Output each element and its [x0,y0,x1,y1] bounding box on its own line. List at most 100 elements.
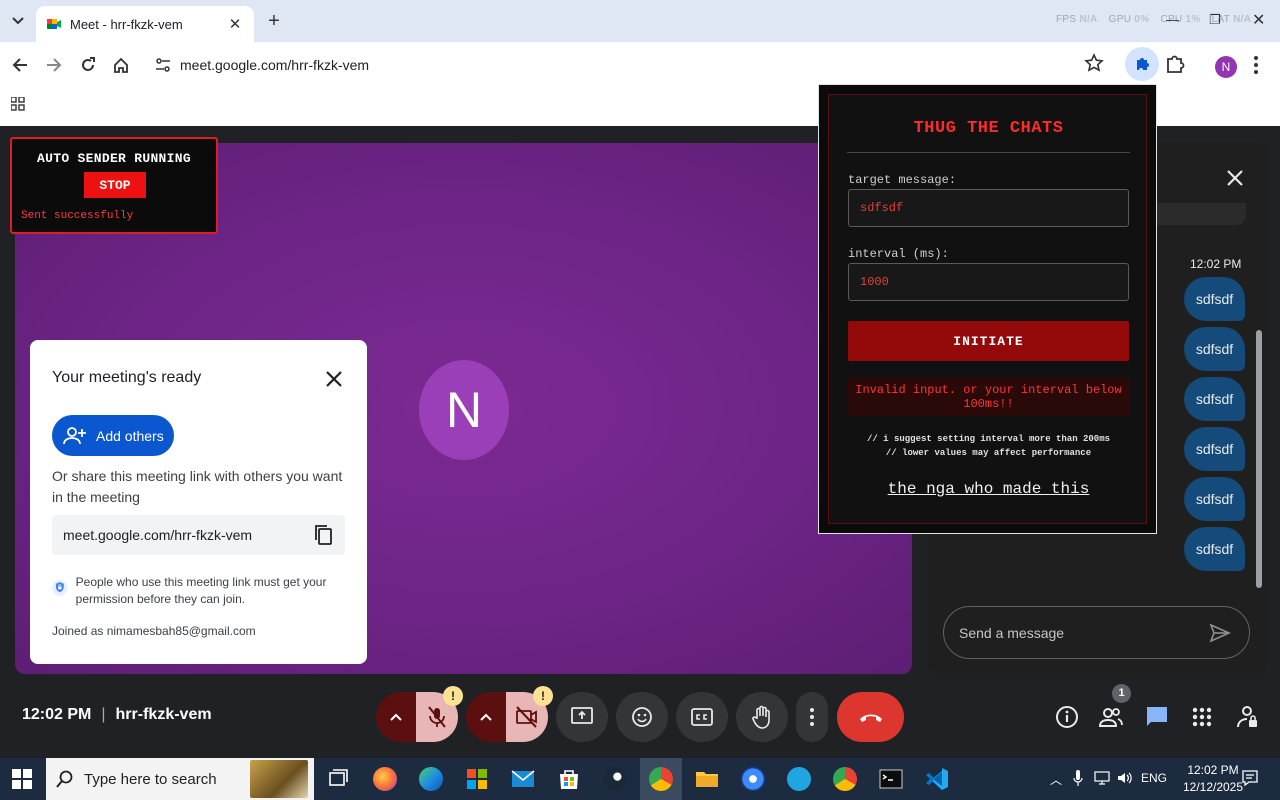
search-icon [56,770,73,788]
active-extension-button[interactable] [1125,47,1159,81]
tab-close-icon[interactable]: ✕ [226,15,244,33]
file-explorer-icon[interactable] [695,767,719,791]
meeting-details-icon[interactable] [1055,705,1079,729]
camera-options-button[interactable] [466,692,506,742]
add-others-button[interactable]: Add others [52,415,174,456]
initiate-button[interactable]: INITIATE [848,321,1129,361]
notifications-icon[interactable] [1242,770,1258,786]
phone-hangup-icon [859,714,882,722]
mic-warning-badge: ! [443,686,463,706]
people-count-badge: 1 [1112,684,1131,703]
more-options-button[interactable] [796,692,828,742]
edge-icon[interactable] [419,767,443,791]
chat-close-icon[interactable] [1224,167,1246,189]
people-icon[interactable] [1099,705,1123,729]
chat-message: sdfsdf [1184,477,1245,521]
captions-button[interactable] [676,692,728,742]
reload-button[interactable] [77,54,99,76]
chat-message: sdfsdf [1184,527,1245,571]
add-others-label: Add others [96,427,164,444]
chat-message-input[interactable]: Send a message [943,606,1250,659]
browser-toolbar: meet.google.com/hrr-fkzk-vem N [0,42,1280,88]
taskbar-search-placeholder: Type here to search [84,770,217,788]
home-button[interactable] [110,54,132,76]
vscode-icon[interactable] [925,767,949,791]
apps-grid-icon[interactable] [11,97,25,111]
language-indicator[interactable]: ENG [1141,771,1167,785]
hand-icon [752,705,770,729]
error-line-1: Invalid input. or your interval below [855,383,1122,397]
extensions-button[interactable] [1164,53,1186,80]
error-message: Invalid input. or your interval below 10… [848,378,1129,416]
close-icon[interactable] [324,369,344,389]
host-controls-icon[interactable] [1235,705,1259,729]
windows-start-icon[interactable] [12,769,32,789]
stop-button[interactable]: STOP [84,172,146,198]
permission-text: People who use this meeting link must ge… [75,575,327,606]
mail-icon[interactable] [511,767,535,791]
address-bar[interactable]: meet.google.com/hrr-fkzk-vem [146,47,1116,83]
store-tiles-icon[interactable] [465,767,489,791]
minimize-icon[interactable]: — [1166,12,1179,27]
steam-icon[interactable] [603,767,627,791]
chrome-profile-icon[interactable] [833,767,857,791]
volume-icon[interactable] [1117,770,1133,786]
arrow-left-icon [12,58,27,72]
browser-tab[interactable]: Meet - hrr-fkzk-vem ✕ [36,6,254,42]
window-close-icon[interactable]: ✕ [1252,10,1265,30]
chrome-icon[interactable] [649,767,673,791]
chat-scrollbar[interactable] [1256,330,1262,588]
chat-input-placeholder: Send a message [959,624,1065,641]
browser-menu-icon[interactable] [1250,54,1262,76]
activities-icon[interactable] [1190,705,1214,729]
url-text: meet.google.com/hrr-fkzk-vem [180,57,370,73]
firefox-icon[interactable] [373,767,397,791]
present-screen-button[interactable] [556,692,608,742]
tray-mic-icon[interactable] [1073,770,1083,786]
tray-overflow-icon[interactable]: ︿ [1050,771,1062,788]
more-vert-icon [810,708,814,726]
profile-avatar[interactable]: N [1215,56,1237,78]
vpn-app-icon[interactable] [787,767,811,791]
mic-toggle-button[interactable]: ! [416,686,463,742]
extension-title: THUG THE CHATS [913,119,1064,138]
network-icon[interactable] [1094,770,1110,786]
tab-search-button[interactable] [6,9,30,33]
interval-input[interactable] [848,263,1129,301]
task-view-icon[interactable] [326,767,350,791]
site-info-icon[interactable] [152,58,174,72]
taskbar-clock[interactable]: 12:02 PM 12/12/2025 [1176,762,1250,796]
taskbar-search-box[interactable]: Type here to search [46,758,314,800]
back-button[interactable] [9,54,31,76]
mic-options-button[interactable] [376,692,416,742]
clock-date: 12/12/2025 [1182,780,1244,794]
chat-icon[interactable] [1145,705,1169,729]
reactions-button[interactable] [616,692,668,742]
leave-call-button[interactable] [837,692,904,742]
forward-button[interactable] [43,54,65,76]
browser-app-icon[interactable] [741,767,765,791]
bookmark-star-icon[interactable] [1084,53,1104,78]
extension-popup: THUG THE CHATS target message: interval … [818,84,1157,534]
chat-message: sdfsdf [1184,277,1245,321]
credit-link[interactable]: the nga who made this [829,480,1148,498]
target-message-input[interactable] [848,189,1129,227]
note-line-2: // lower values may affect performance [885,448,1092,458]
microsoft-store-icon[interactable] [557,767,581,791]
clock-time: 12:02 PM [1187,763,1239,777]
auto-sender-overlay: AUTO SENDER RUNNING STOP Sent successful… [10,137,218,234]
new-tab-button[interactable]: + [262,10,286,34]
present-icon [571,707,593,724]
add-person-icon [63,426,86,444]
send-icon[interactable] [1209,622,1231,644]
error-line-2: 100ms!! [963,397,1014,411]
restore-icon[interactable]: ❐ [1209,12,1221,28]
shield-lock-icon [52,580,68,596]
captions-icon [691,708,713,726]
raise-hand-button[interactable] [736,692,788,742]
chevron-up-icon [480,713,492,721]
copy-icon[interactable] [313,524,335,546]
chat-message: sdfsdf [1184,377,1245,421]
camera-toggle-button[interactable]: ! [506,686,553,742]
terminal-icon[interactable] [879,767,903,791]
